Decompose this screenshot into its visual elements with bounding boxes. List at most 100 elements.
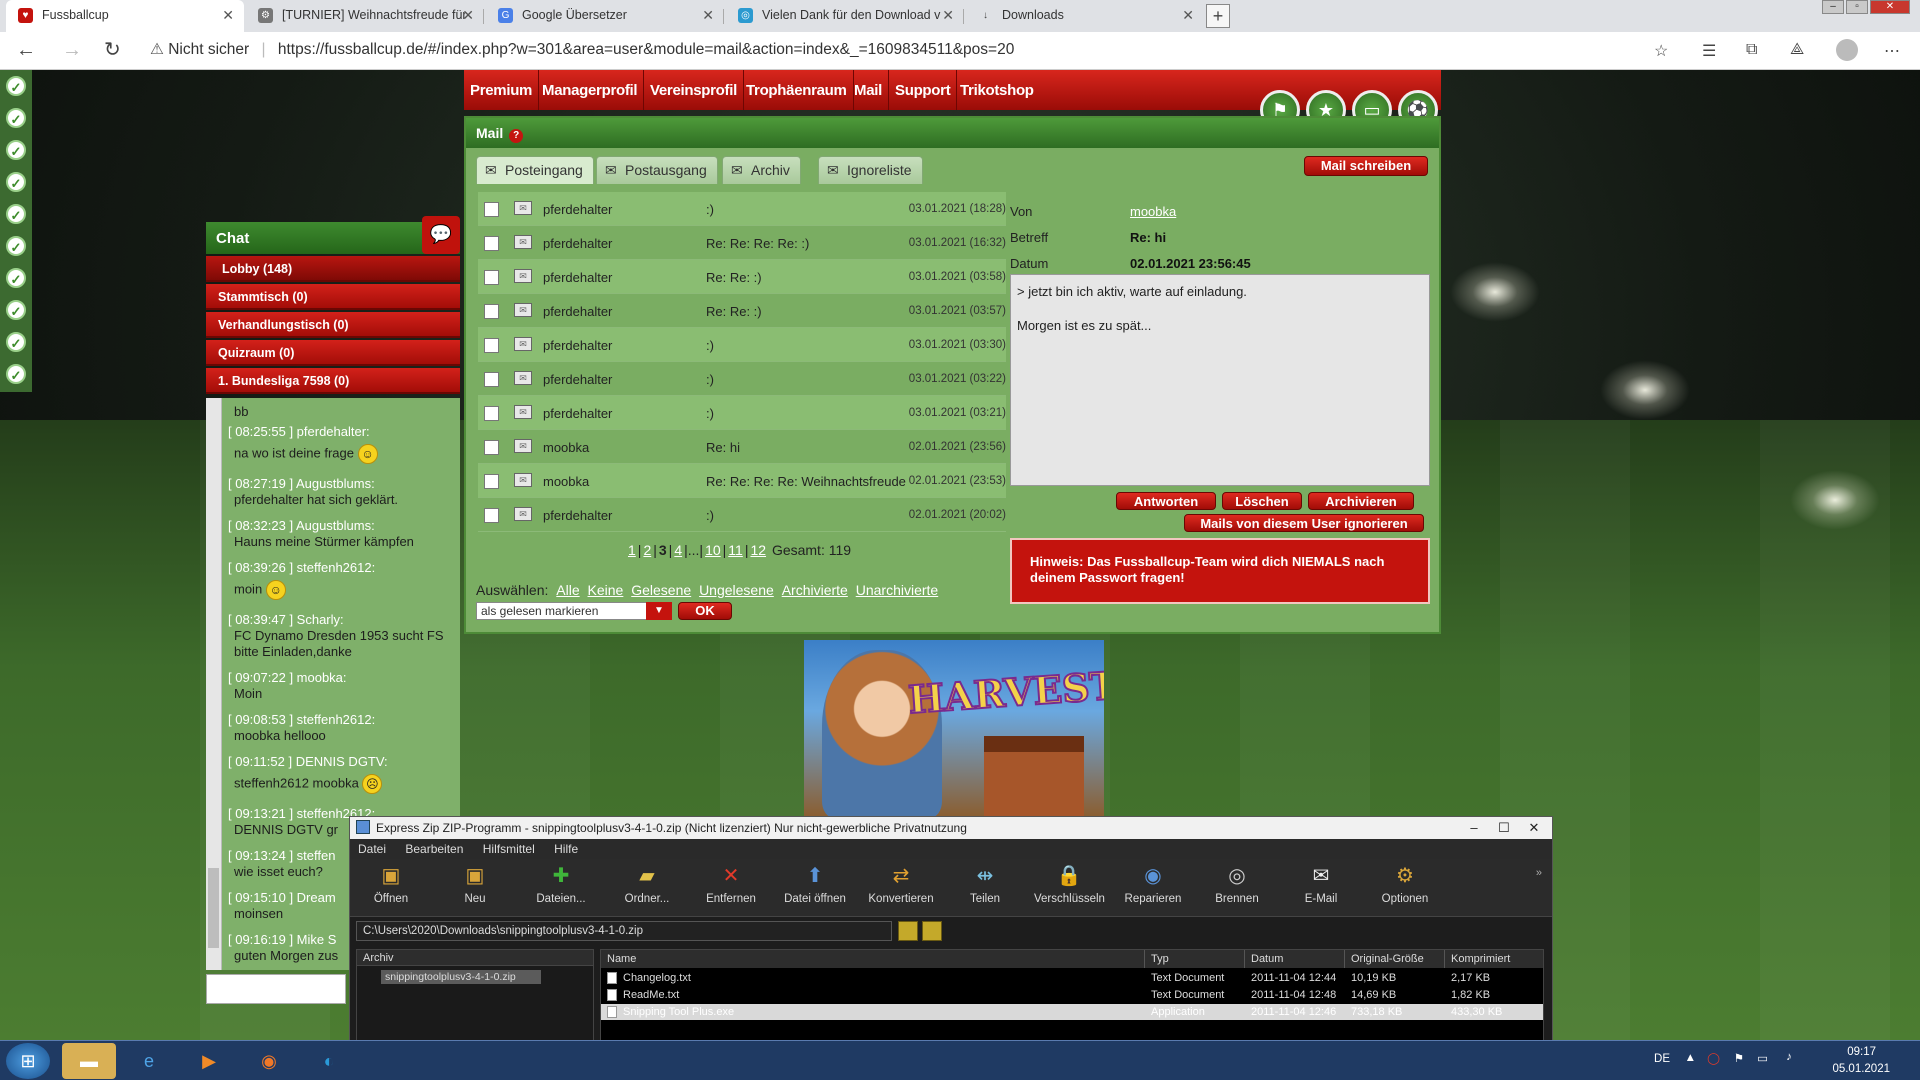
harvestopia-ad[interactable]: HARVESTOPIA	[804, 640, 1104, 818]
edge-icon[interactable]: ◐	[302, 1043, 356, 1079]
file-row-selected[interactable]: Snipping Tool Plus.exe Application 2011-11…	[601, 1004, 1543, 1020]
toolbar-encrypt-button[interactable]: 🔒 Verschlüsseln	[1034, 863, 1105, 905]
row-checkbox[interactable]	[484, 338, 499, 353]
select-all-link[interactable]: Alle	[556, 582, 579, 598]
chat-input[interactable]	[206, 974, 346, 1004]
nav-support[interactable]: Support	[889, 70, 958, 110]
mail-row[interactable]: ✉ pferdehalter:) 03.01.2021 (03:22)	[478, 362, 1006, 396]
toolbar-file-open-button[interactable]: ⬆ Datei öffnen	[780, 863, 850, 905]
toolbar-add-files-button[interactable]: ✚ Dateien...	[526, 863, 596, 905]
bulk-action-select[interactable]: als gelesen markieren ▼	[476, 602, 672, 620]
mail-row[interactable]: ✉ pferdehalter:) 03.01.2021 (03:21)	[478, 396, 1006, 430]
chat-room-bundesliga[interactable]: 1. Bundesliga 7598 (0)	[206, 368, 460, 394]
chat-room-verhandlungstisch[interactable]: Verhandlungstisch (0)	[206, 312, 460, 338]
check-icon[interactable]: ✓	[6, 108, 26, 128]
ie-icon[interactable]: e	[122, 1043, 176, 1079]
path-folder-button[interactable]	[922, 921, 942, 941]
extensions-icon[interactable]: ⟁	[1790, 41, 1804, 59]
column-size[interactable]: Original-Größe	[1345, 950, 1445, 968]
close-icon[interactable]: ✕	[222, 7, 234, 24]
tab-downloads[interactable]: ↓ Downloads ✕	[966, 0, 1204, 32]
nav-trophaeenraum[interactable]: Trophäenraum	[740, 70, 854, 110]
tab-google-translate[interactable]: G Google Übersetzer ✕	[486, 0, 724, 32]
toolbar-add-folder-button[interactable]: ▰ Ordner...	[612, 863, 682, 905]
clock-time[interactable]: 09:17	[1847, 1046, 1876, 1058]
sender-link[interactable]: moobka	[1130, 204, 1176, 219]
row-checkbox[interactable]	[484, 508, 499, 523]
select-none-link[interactable]: Keine	[588, 582, 624, 598]
mail-row[interactable]: ✉ moobka Re: Re: Re: Re: Weihnachtsfreude 0…	[478, 464, 1006, 498]
row-checkbox[interactable]	[484, 236, 499, 251]
ok-button[interactable]: OK	[678, 602, 732, 620]
star-icon[interactable]: ☆	[1654, 41, 1668, 61]
new-tab-button[interactable]: +	[1206, 4, 1230, 28]
toolbar-remove-button[interactable]: ✕ Entfernen	[696, 863, 766, 905]
file-row[interactable]: ReadMe.txt Text Document 2011-11-04 12:48 1…	[601, 987, 1543, 1003]
more-menu-icon[interactable]: ⋯	[1884, 41, 1900, 61]
close-icon[interactable]: ✕	[1182, 7, 1194, 24]
compose-mail-button[interactable]: Mail schreiben	[1304, 156, 1428, 176]
toolbar-repair-button[interactable]: ◉ Reparieren	[1118, 863, 1188, 905]
check-icon[interactable]: ✓	[6, 172, 26, 192]
select-unread-link[interactable]: Ungelesene	[699, 582, 774, 598]
maximize-button[interactable]: ▫	[1846, 0, 1868, 14]
nav-mail[interactable]: Mail	[848, 70, 889, 110]
toolbar-open-button[interactable]: ▣ Öffnen	[356, 863, 426, 905]
page-link[interactable]: 11	[728, 542, 743, 558]
help-icon[interactable]: ?	[509, 129, 524, 143]
toolbar-convert-button[interactable]: ⇄ Konvertieren	[866, 863, 936, 905]
reload-icon[interactable]: ↻	[104, 40, 121, 60]
menu-bearbeiten[interactable]: Bearbeiten	[397, 839, 471, 859]
menu-hilfe[interactable]: Hilfe	[546, 839, 586, 859]
row-checkbox[interactable]	[484, 372, 499, 387]
firefox-icon[interactable]: ◉	[242, 1043, 296, 1079]
profile-avatar[interactable]	[1836, 39, 1858, 61]
row-checkbox[interactable]	[484, 304, 499, 319]
menu-hilfsmittel[interactable]: Hilfsmittel	[475, 839, 543, 859]
tab-postausgang[interactable]: ✉ Postausgang	[596, 156, 718, 184]
column-compressed[interactable]: Komprimiert	[1445, 950, 1543, 968]
toolbar-burn-button[interactable]: ◎ Brennen	[1202, 863, 1272, 905]
mail-row[interactable]: ✉ pferdehalter Re: Re: Re: Re: :) 03.01.202…	[478, 226, 1006, 260]
explorer-icon[interactable]: ▬	[62, 1043, 116, 1079]
reply-button[interactable]: Antworten	[1116, 492, 1216, 510]
select-read-link[interactable]: Gelesene	[631, 582, 691, 598]
zip-maximize-button[interactable]: ☐	[1490, 817, 1518, 839]
mail-row[interactable]: ✉ moobka Re: hi 02.01.2021 (23:56)	[478, 430, 1006, 464]
ignore-user-button[interactable]: Mails von diesem User ignorieren	[1184, 514, 1424, 532]
check-icon[interactable]: ✓	[6, 236, 26, 256]
collections-icon[interactable]: ⧉	[1746, 41, 1757, 59]
nav-premium[interactable]: Premium	[464, 70, 540, 110]
path-browse-button[interactable]	[898, 921, 918, 941]
page-link[interactable]: 10	[705, 542, 721, 558]
row-checkbox[interactable]	[484, 202, 499, 217]
check-icon[interactable]: ✓	[6, 300, 26, 320]
check-icon[interactable]: ✓	[6, 364, 26, 384]
check-icon[interactable]: ✓	[6, 76, 26, 96]
file-row[interactable]: Changelog.txt Text Document 2011-11-04 12:…	[601, 970, 1543, 986]
zip-minimize-button[interactable]: –	[1460, 817, 1488, 839]
mail-row[interactable]: ✉ pferdehalter:) 02.01.2021 (20:02)	[478, 498, 1006, 532]
toolbar-overflow-icon[interactable]: »	[1536, 867, 1542, 879]
row-checkbox[interactable]	[484, 270, 499, 285]
mail-row[interactable]: ✉ pferdehalter Re: Re: :) 03.01.2021 (03:57…	[478, 294, 1006, 328]
tray-arrow-icon[interactable]: ▲	[1685, 1052, 1696, 1064]
page-link[interactable]: 1	[628, 542, 636, 558]
nav-managerprofil[interactable]: Managerprofil	[536, 70, 645, 110]
close-icon[interactable]: ✕	[942, 7, 954, 24]
row-checkbox[interactable]	[484, 440, 499, 455]
check-icon[interactable]: ✓	[6, 204, 26, 224]
toolbar-email-button[interactable]: ✉ E-Mail	[1286, 863, 1356, 905]
page-link[interactable]: 2	[643, 542, 651, 558]
toolbar-new-button[interactable]: ▣ Neu	[440, 863, 510, 905]
toolbar-options-button[interactable]: ⚙ Optionen	[1370, 863, 1440, 905]
toolbar-split-button[interactable]: ⇹ Teilen	[950, 863, 1020, 905]
page-link[interactable]: 4	[674, 542, 682, 558]
mail-row[interactable]: ✉ pferdehalter:) 03.01.2021 (18:28)	[478, 192, 1006, 226]
chat-room-stammtisch[interactable]: Stammtisch (0)	[206, 284, 460, 310]
check-icon[interactable]: ✓	[6, 332, 26, 352]
favorites-icon[interactable]: ☰	[1702, 41, 1716, 61]
network-icon[interactable]: ▭	[1757, 1051, 1768, 1065]
nav-trikotshop[interactable]: Trikotshop	[954, 70, 1040, 110]
tab-archiv[interactable]: ✉ Archiv	[722, 156, 801, 184]
